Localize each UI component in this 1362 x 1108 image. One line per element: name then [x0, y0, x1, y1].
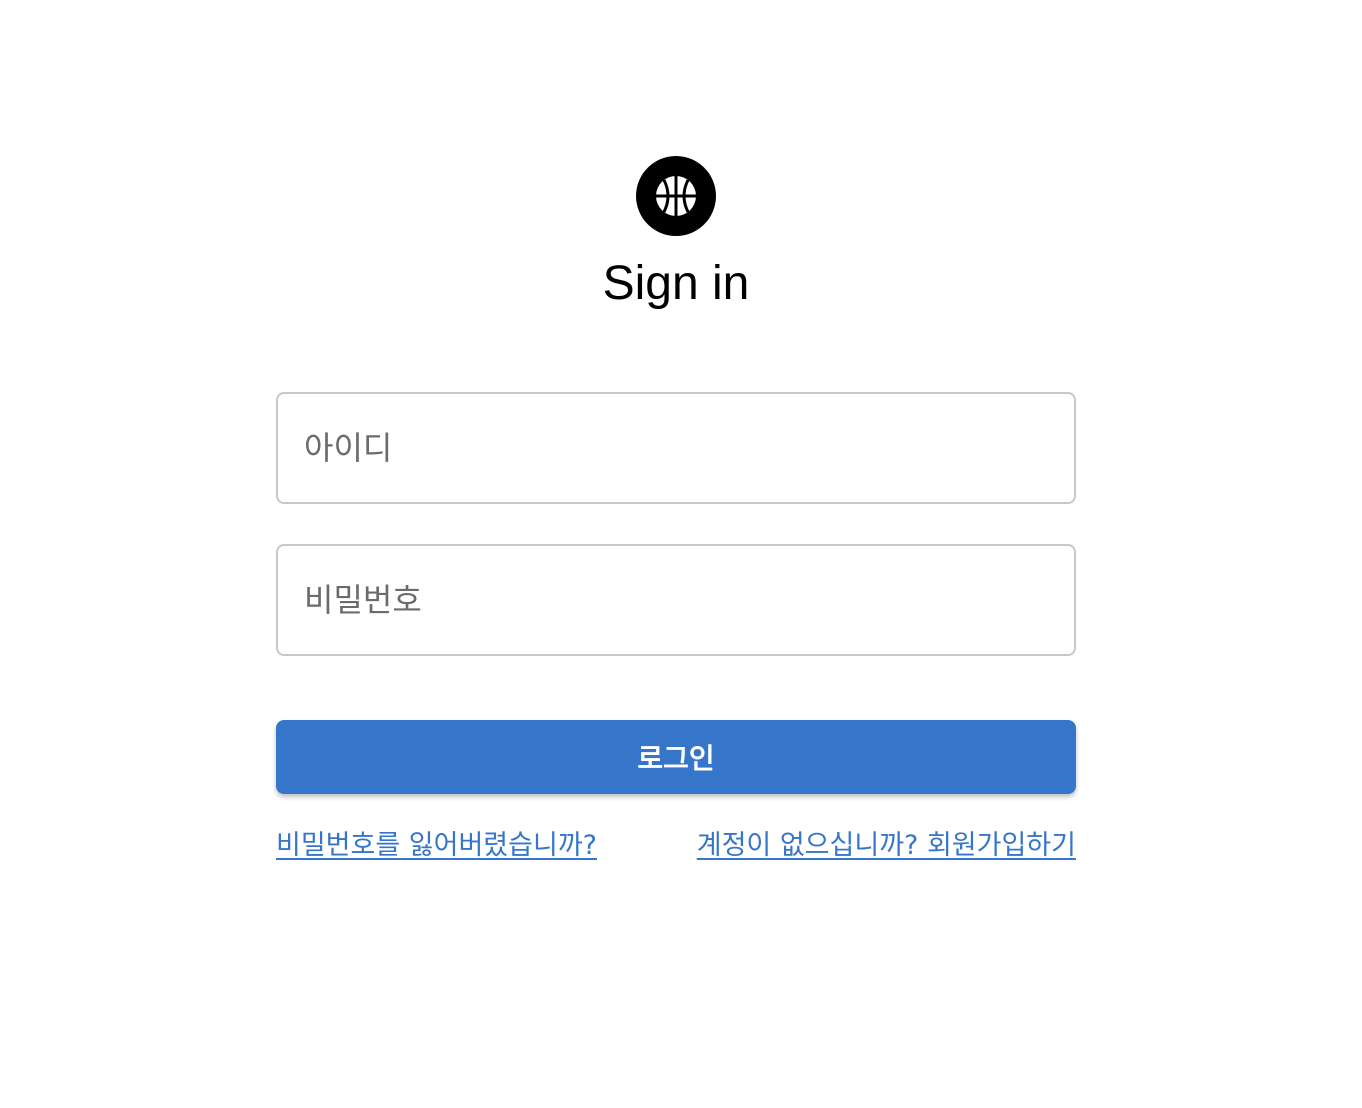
password-input[interactable] [278, 546, 1074, 654]
logo [636, 156, 716, 236]
page-title: Sign in [602, 257, 750, 310]
basketball-icon [656, 176, 696, 216]
login-button[interactable]: 로그인 [276, 720, 1076, 794]
sign-up-link[interactable]: 계정이 없으십니까? 회원가입하기 [697, 826, 1076, 866]
sign-in-page: Sign in 로그인 비밀번호를 잃어버렸습니까? 계정이 없으십니까? 회원… [0, 0, 1362, 1108]
username-field[interactable] [276, 392, 1076, 504]
password-field[interactable] [276, 544, 1076, 656]
forgot-password-link[interactable]: 비밀번호를 잃어버렸습니까? [276, 826, 597, 866]
username-input[interactable] [278, 394, 1074, 502]
auth-links: 비밀번호를 잃어버렸습니까? 계정이 없으십니까? 회원가입하기 [276, 826, 1076, 866]
